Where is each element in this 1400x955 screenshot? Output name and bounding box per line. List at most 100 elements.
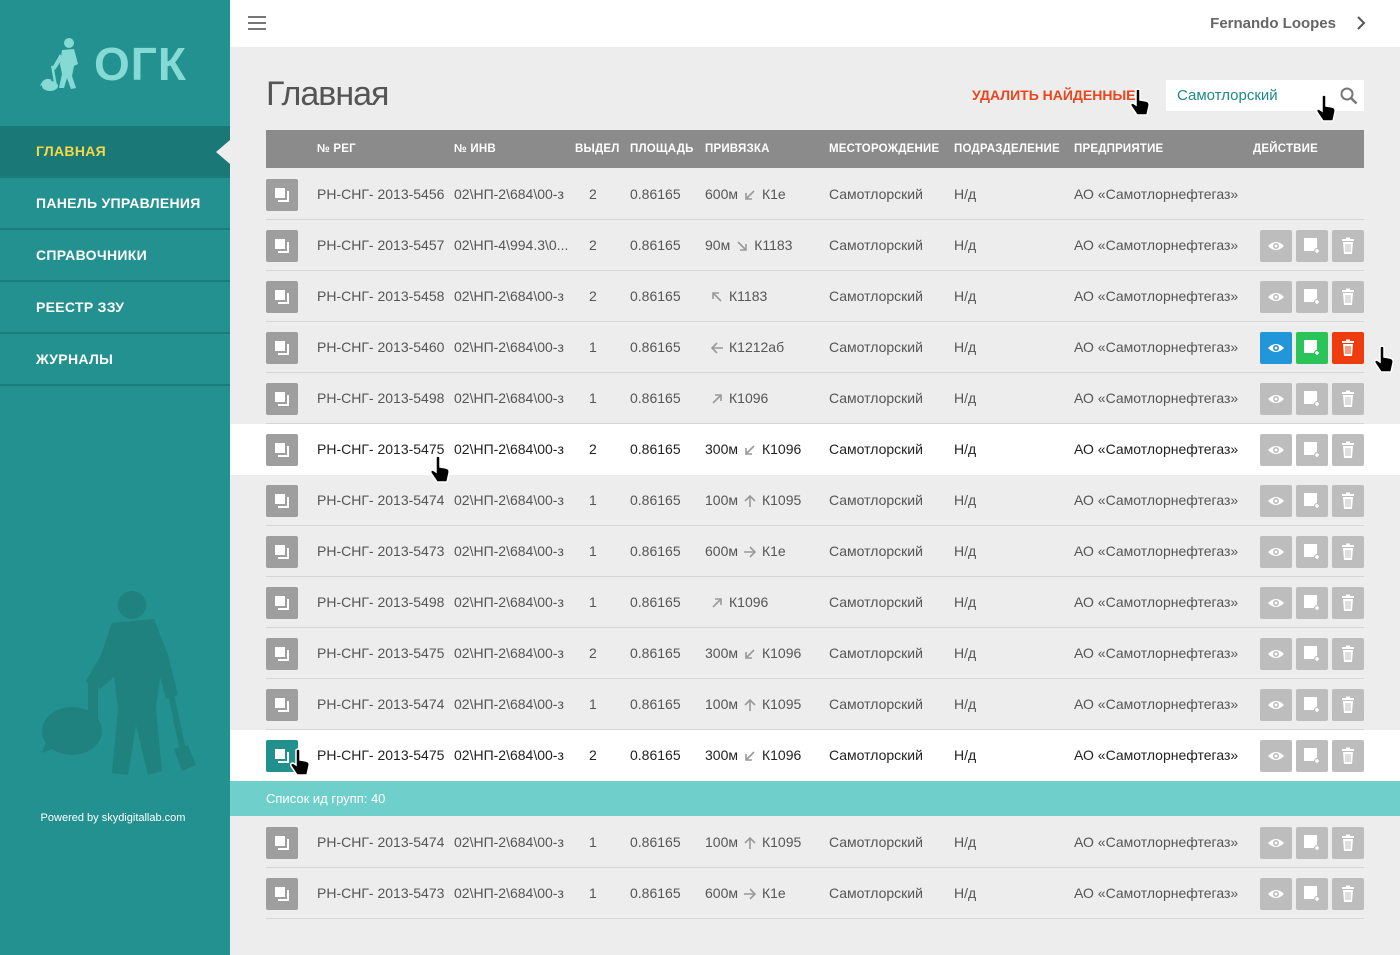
row-select-checkbox[interactable] [266, 536, 298, 568]
delete-button[interactable] [1332, 587, 1364, 619]
row-select-checkbox[interactable] [266, 383, 298, 415]
cell-reg[interactable]: РН-СНГ- 2013-5456 [317, 186, 444, 202]
table-row[interactable]: РН-СНГ- 2013-5475 02\НП-2\684\00-з 2 0.8616… [230, 424, 1400, 475]
add-to-group-button[interactable] [1296, 638, 1328, 670]
col-inv[interactable]: № ИНВ [454, 143, 496, 155]
delete-button[interactable] [1332, 332, 1364, 364]
view-button[interactable] [1260, 587, 1292, 619]
view-button[interactable] [1260, 485, 1292, 517]
cell-reg[interactable]: РН-СНГ- 2013-5498 [317, 390, 444, 406]
row-select-checkbox[interactable] [266, 587, 298, 619]
table-row[interactable]: РН-СНГ- 2013-5475 02\НП-2\684\00-з 2 0.8616… [230, 730, 1400, 781]
delete-found-button[interactable]: УДАЛИТЬ НАЙДЕННЫЕ [972, 87, 1136, 103]
view-button[interactable] [1260, 230, 1292, 262]
row-select-checkbox[interactable] [266, 638, 298, 670]
row-select-checkbox[interactable] [266, 689, 298, 721]
sidebar-item-registry[interactable]: РЕЕСТР ЗЗУ [0, 282, 230, 334]
row-select-checkbox[interactable] [266, 332, 298, 364]
table-row[interactable]: РН-СНГ- 2013-5460 02\НП-2\684\00-з 1 0.8616… [266, 322, 1364, 373]
col-company[interactable]: ПРЕДПРИЯТИЕ [1074, 143, 1163, 155]
view-button[interactable] [1260, 878, 1292, 910]
view-button[interactable] [1260, 434, 1292, 466]
table-row[interactable]: РН-СНГ- 2013-5474 02\НП-2\684\00-з 1 0.8616… [266, 475, 1364, 526]
row-select-checkbox[interactable] [266, 827, 298, 859]
view-button[interactable] [1260, 689, 1292, 721]
row-select-checkbox[interactable] [266, 434, 298, 466]
view-button[interactable] [1260, 638, 1292, 670]
delete-button[interactable] [1332, 230, 1364, 262]
cell-reg[interactable]: РН-СНГ- 2013-5474 [317, 492, 444, 508]
sidebar-item-main[interactable]: ГЛАВНАЯ [0, 126, 230, 178]
view-button[interactable] [1260, 740, 1292, 772]
col-division[interactable]: ПОДРАЗДЕЛЕНИЕ [954, 143, 1060, 155]
table-row[interactable]: РН-СНГ- 2013-5458 02\НП-2\684\00-з 2 0.8616… [266, 271, 1364, 322]
add-to-group-button[interactable] [1296, 536, 1328, 568]
delete-button[interactable] [1332, 383, 1364, 415]
row-select-checkbox[interactable] [266, 179, 298, 211]
view-button[interactable] [1260, 383, 1292, 415]
add-to-group-button[interactable] [1296, 332, 1328, 364]
delete-button[interactable] [1332, 434, 1364, 466]
add-to-group-button[interactable] [1296, 689, 1328, 721]
add-to-group-button[interactable] [1296, 434, 1328, 466]
table-row[interactable]: РН-СНГ- 2013-5498 02\НП-2\684\00-з 1 0.8616… [266, 373, 1364, 424]
delete-button[interactable] [1332, 638, 1364, 670]
view-button[interactable] [1260, 536, 1292, 568]
add-to-group-button[interactable] [1296, 383, 1328, 415]
row-select-checkbox[interactable] [266, 740, 298, 772]
logo[interactable]: ОГК [38, 36, 187, 92]
cell-reg[interactable]: РН-СНГ- 2013-5460 [317, 339, 444, 355]
row-select-checkbox[interactable] [266, 281, 298, 313]
cell-reg[interactable]: РН-СНГ- 2013-5457 [317, 237, 444, 253]
table-row[interactable]: РН-СНГ- 2013-5498 02\НП-2\684\00-з 1 0.8616… [266, 577, 1364, 628]
add-to-group-button[interactable] [1296, 587, 1328, 619]
delete-button[interactable] [1332, 536, 1364, 568]
table-row[interactable]: РН-СНГ- 2013-5456 02\НП-2\684\00-з 2 0.8616… [266, 169, 1364, 220]
cell-reg[interactable]: РН-СНГ- 2013-5474 [317, 834, 444, 850]
table-row[interactable]: РН-СНГ- 2013-5473 02\НП-2\684\00-з 1 0.8616… [266, 868, 1364, 919]
cell-reg[interactable]: РН-СНГ- 2013-5475 [317, 441, 444, 457]
cell-reg[interactable]: РН-СНГ- 2013-5473 [317, 885, 444, 901]
view-button[interactable] [1260, 332, 1292, 364]
table-row[interactable]: РН-СНГ- 2013-5474 02\НП-2\684\00-з 1 0.8616… [266, 679, 1364, 730]
cell-reg[interactable]: РН-СНГ- 2013-5475 [317, 747, 444, 763]
view-button[interactable] [1260, 827, 1292, 859]
table-row[interactable]: РН-СНГ- 2013-5475 02\НП-2\684\00-з 2 0.8616… [266, 628, 1364, 679]
search-icon[interactable] [1340, 87, 1358, 105]
sidebar-item-references[interactable]: СПРАВОЧНИКИ [0, 230, 230, 282]
sidebar-item-control-panel[interactable]: ПАНЕЛЬ УПРАВЛЕНИЯ [0, 178, 230, 230]
table-row[interactable]: РН-СНГ- 2013-5473 02\НП-2\684\00-з 1 0.8616… [266, 526, 1364, 577]
delete-button[interactable] [1332, 485, 1364, 517]
sidebar-item-journals[interactable]: ЖУРНАЛЫ [0, 334, 230, 386]
table-row[interactable]: РН-СНГ- 2013-5474 02\НП-2\684\00-з 1 0.8616… [266, 817, 1364, 868]
add-to-group-button[interactable] [1296, 827, 1328, 859]
add-to-group-button[interactable] [1296, 740, 1328, 772]
cell-reg[interactable]: РН-СНГ- 2013-5498 [317, 594, 444, 610]
delete-button[interactable] [1332, 740, 1364, 772]
view-button[interactable] [1260, 281, 1292, 313]
col-binding[interactable]: ПРИВЯЗКА [705, 143, 770, 155]
powered-by[interactable]: Powered by skydigitallab.com [0, 812, 226, 824]
row-select-checkbox[interactable] [266, 230, 298, 262]
search-input[interactable] [1166, 80, 1326, 111]
cell-reg[interactable]: РН-СНГ- 2013-5474 [317, 696, 444, 712]
delete-button[interactable] [1332, 878, 1364, 910]
cell-reg[interactable]: РН-СНГ- 2013-5458 [317, 288, 444, 304]
row-select-checkbox[interactable] [266, 485, 298, 517]
cell-reg[interactable]: РН-СНГ- 2013-5473 [317, 543, 444, 559]
user-name[interactable]: Fernando Loopes [1210, 15, 1336, 32]
delete-button[interactable] [1332, 281, 1364, 313]
delete-button[interactable] [1332, 689, 1364, 721]
col-vydel[interactable]: ВЫДЕЛ [575, 143, 620, 155]
table-row[interactable]: РН-СНГ- 2013-5457 02\НП-4\994.3\0... 2 0.86… [266, 220, 1364, 271]
col-reg[interactable]: № РЕГ [317, 143, 356, 155]
col-field[interactable]: МЕСТОРОЖДЕНИЕ [829, 143, 939, 155]
add-to-group-button[interactable] [1296, 230, 1328, 262]
cell-reg[interactable]: РН-СНГ- 2013-5475 [317, 645, 444, 661]
delete-button[interactable] [1332, 827, 1364, 859]
row-select-checkbox[interactable] [266, 878, 298, 910]
add-to-group-button[interactable] [1296, 281, 1328, 313]
col-area[interactable]: ПЛОЩАДЬ [630, 143, 694, 155]
add-to-group-button[interactable] [1296, 485, 1328, 517]
add-to-group-button[interactable] [1296, 878, 1328, 910]
